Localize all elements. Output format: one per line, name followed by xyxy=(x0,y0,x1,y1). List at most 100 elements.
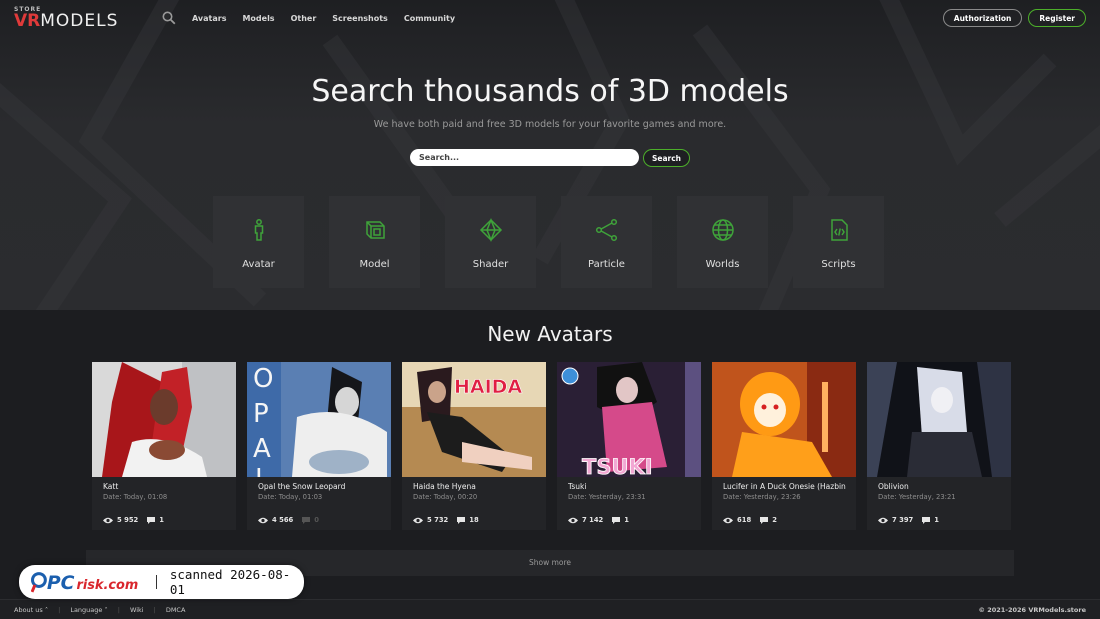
avatar-stats: 7 397 1 xyxy=(878,516,939,524)
eye-icon xyxy=(723,517,733,523)
comment-icon xyxy=(147,516,156,524)
top-navbar: STORE VRMODELS Avatars Models Other Scre… xyxy=(0,0,1100,36)
nav-community[interactable]: Community xyxy=(404,14,455,23)
avatar-thumbnail[interactable]: O P A L xyxy=(247,362,391,494)
avatar-stats: 5 952 1 xyxy=(103,516,164,524)
category-avatar[interactable]: Avatar xyxy=(213,196,304,288)
pcrisk-logo: PC risk.com xyxy=(31,572,138,594)
avatar-name[interactable]: Katt xyxy=(103,482,229,491)
avatar-thumbnail[interactable] xyxy=(867,362,1011,477)
hero-search-input[interactable] xyxy=(410,149,639,166)
opal-letter-o: O xyxy=(253,364,273,394)
avatar-card[interactable]: Lucifer in A Duck Onesie (Hazbin Hotel) … xyxy=(712,362,856,530)
nav-avatars[interactable]: Avatars xyxy=(192,14,226,23)
avatar-stats: 618 2 xyxy=(723,516,777,524)
avatar-card[interactable]: HAIDA Haida the Hyena Date: Today, 00:20… xyxy=(402,362,546,530)
haida-thumb-text: HAIDA xyxy=(454,376,522,398)
eye-icon xyxy=(258,517,268,523)
avatar-name[interactable]: Lucifer in A Duck Onesie (Hazbin Hotel) xyxy=(723,482,849,492)
comment-icon xyxy=(922,516,931,524)
avatar-date: Date: Yesterday, 23:21 xyxy=(878,493,956,501)
comments-count: 2 xyxy=(772,516,777,524)
hero-search-button[interactable]: Search xyxy=(643,149,690,167)
avatar-card-list: Katt Date: Today, 01:08 5 952 1 O P A L xyxy=(92,362,1011,530)
category-scripts[interactable]: Scripts xyxy=(793,196,884,288)
comment-icon xyxy=(302,516,311,524)
views-count: 7 397 xyxy=(892,516,914,524)
new-avatars-section: New Avatars Katt Date: Today, 01:08 5 95… xyxy=(0,310,1100,599)
category-label: Scripts xyxy=(821,259,856,270)
main-nav: Avatars Models Other Screenshots Communi… xyxy=(192,14,471,23)
avatar-thumbnail[interactable] xyxy=(712,362,856,477)
category-label: Shader xyxy=(472,259,509,270)
register-button[interactable]: Register xyxy=(1028,9,1086,27)
avatar-name[interactable]: Tsuki xyxy=(568,482,694,491)
category-label: Particle xyxy=(588,259,625,270)
watermark-divider xyxy=(155,575,157,589)
comments-count: 1 xyxy=(159,516,165,524)
nav-models[interactable]: Models xyxy=(242,14,274,23)
category-worlds[interactable]: Worlds xyxy=(677,196,768,288)
pcrisk-logo-pc: PC xyxy=(47,573,75,594)
code-file-icon xyxy=(830,219,848,241)
hero-section: Search thousands of 3D models We have bo… xyxy=(0,0,1100,310)
avatar-stats: 7 142 1 xyxy=(568,516,629,524)
watermark-scanned-text: scanned 2026-08-01 xyxy=(169,567,291,597)
comments-count: 0 xyxy=(314,516,320,524)
diamond-shape-icon xyxy=(479,218,502,242)
nav-other[interactable]: Other xyxy=(291,14,317,23)
avatar-card[interactable]: TSUKI Tsuki Date: Yesterday, 23:31 7 142… xyxy=(557,362,701,530)
eye-icon xyxy=(413,517,423,523)
avatar-card[interactable]: Katt Date: Today, 01:08 5 952 1 xyxy=(92,362,236,530)
category-particle[interactable]: Particle xyxy=(561,196,652,288)
avatar-card[interactable]: Oblivion Date: Yesterday, 23:21 7 397 1 xyxy=(867,362,1011,530)
person-icon xyxy=(254,219,263,241)
avatar-date: Date: Today, 01:08 xyxy=(103,493,168,501)
search-icon[interactable] xyxy=(162,11,176,25)
category-label: Avatar xyxy=(242,259,275,270)
avatar-name[interactable]: Opal the Snow Leopard xyxy=(258,482,384,491)
nav-screenshots[interactable]: Screenshots xyxy=(332,14,388,23)
comments-count: 1 xyxy=(934,516,940,524)
category-model[interactable]: Model xyxy=(329,196,420,288)
site-logo[interactable]: STORE VRMODELS xyxy=(14,6,140,31)
avatar-date: Date: Today, 00:20 xyxy=(413,493,478,501)
footer-copyright: © 2021-2026 VRModels.store xyxy=(978,605,1086,614)
avatar-thumbnail[interactable] xyxy=(92,362,236,477)
avatar-date: Date: Yesterday, 23:26 xyxy=(723,493,801,501)
footer-wiki[interactable]: Wiki xyxy=(130,606,144,614)
footer-language[interactable]: Language ˄ xyxy=(70,606,107,614)
opal-letter-a: A xyxy=(253,434,271,464)
category-shader[interactable]: Shader xyxy=(445,196,536,288)
footer: About us ˄ | Language ˄ | Wiki | DMCA © … xyxy=(0,599,1100,619)
category-label: Model xyxy=(359,259,390,270)
hero-title: Search thousands of 3D models xyxy=(311,74,789,109)
comments-count: 1 xyxy=(624,516,630,524)
eye-icon xyxy=(878,517,888,523)
cube-icon xyxy=(365,221,385,239)
chevron-up-icon: ˄ xyxy=(104,605,108,614)
comment-icon xyxy=(760,516,769,524)
tsuki-thumb-text: TSUKI xyxy=(582,455,653,477)
avatar-thumbnail[interactable]: HAIDA xyxy=(402,362,546,477)
footer-divider: | xyxy=(153,605,156,614)
authorization-button[interactable]: Authorization xyxy=(942,9,1023,27)
avatar-name[interactable]: Oblivion xyxy=(878,482,1004,491)
avatar-stats: 4 566 0 xyxy=(258,516,319,524)
avatar-thumbnail[interactable]: TSUKI xyxy=(557,362,701,479)
views-count: 618 xyxy=(737,516,752,524)
eye-icon xyxy=(568,517,578,523)
views-count: 4 566 xyxy=(272,516,294,524)
avatar-card[interactable]: O P A L Opal the Snow Leopard Date: Toda… xyxy=(247,362,391,530)
avatar-date: Date: Today, 01:03 xyxy=(258,493,323,501)
opal-letter-p: P xyxy=(253,399,269,429)
footer-dmca[interactable]: DMCA xyxy=(166,606,186,614)
avatar-date: Date: Yesterday, 23:31 xyxy=(568,493,646,501)
views-count: 5 952 xyxy=(117,516,139,524)
auth-buttons: Authorization Register xyxy=(942,9,1086,27)
footer-about-us[interactable]: About us ˄ xyxy=(14,606,48,614)
avatar-stats: 5 732 18 xyxy=(413,516,479,524)
share-nodes-icon xyxy=(595,218,617,242)
avatar-name[interactable]: Haida the Hyena xyxy=(413,482,539,491)
views-count: 7 142 xyxy=(582,516,604,524)
